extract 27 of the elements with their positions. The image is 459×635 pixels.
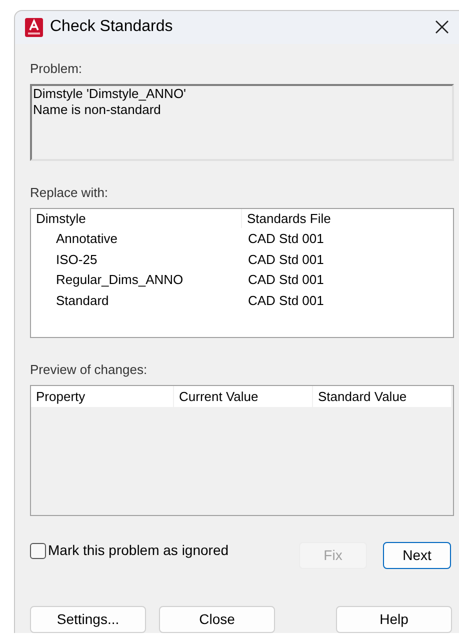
column-header[interactable]: Current Value: [174, 386, 313, 407]
dialog-button[interactable]: Settings...: [30, 606, 146, 633]
dimstyle-name[interactable]: Standard: [31, 290, 242, 310]
section-label: Problem:: [30, 60, 84, 78]
standards-file: CAD Std 001: [247, 250, 324, 268]
standards-file: CAD Std 001: [247, 271, 324, 289]
dimstyle-name[interactable]: Annotative: [31, 229, 242, 248]
column-header[interactable]: Standards File: [242, 208, 453, 228]
standards-file: CAD Std 001: [247, 230, 324, 248]
window-title: Check Standards: [50, 17, 173, 38]
close-icon[interactable]: [435, 20, 449, 34]
checkbox-label: Mark this problem as ignored: [48, 541, 229, 560]
problem-text: Name is non-standard: [33, 102, 162, 118]
section-label: Replace with:: [30, 184, 110, 202]
dimstyle-name[interactable]: ISO-25: [31, 250, 242, 269]
dialog-button[interactable]: Close: [159, 606, 275, 633]
dialog-button[interactable]: Next: [383, 542, 451, 569]
column-header[interactable]: Property: [31, 386, 174, 407]
standards-file: CAD Std 001: [247, 292, 324, 310]
checkbox[interactable]: [30, 542, 46, 558]
dialog-button[interactable]: Help: [336, 606, 452, 633]
dimstyle-name[interactable]: Regular_Dims_ANNO: [31, 270, 242, 290]
column-header[interactable]: Dimstyle: [31, 208, 242, 228]
section-label: Preview of changes:: [30, 360, 148, 379]
problem-text: Dimstyle 'Dimstyle_ANNO': [33, 86, 188, 102]
column-header[interactable]: Standard Value: [313, 386, 452, 407]
app-logo-icon: [25, 18, 43, 37]
